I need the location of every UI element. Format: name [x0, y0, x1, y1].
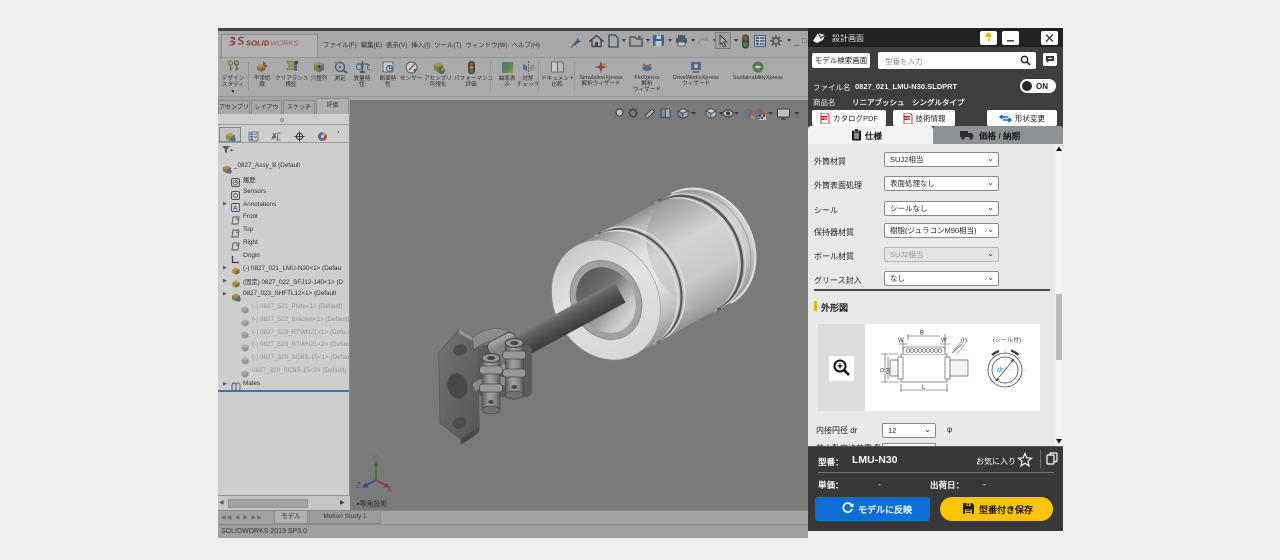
svg-text:W: W: [941, 338, 947, 344]
svg-text:PDF: PDF: [822, 116, 830, 120]
svg-text:dr: dr: [997, 367, 1004, 374]
svg-text:W: W: [898, 338, 904, 344]
svg-text:D1: D1: [886, 367, 892, 374]
svg-text:(r): (r): [961, 338, 967, 344]
svg-text:PDF: PDF: [904, 116, 912, 120]
svg-text:(シール付): (シール付): [993, 336, 1021, 344]
svg-text:B: B: [920, 331, 924, 337]
